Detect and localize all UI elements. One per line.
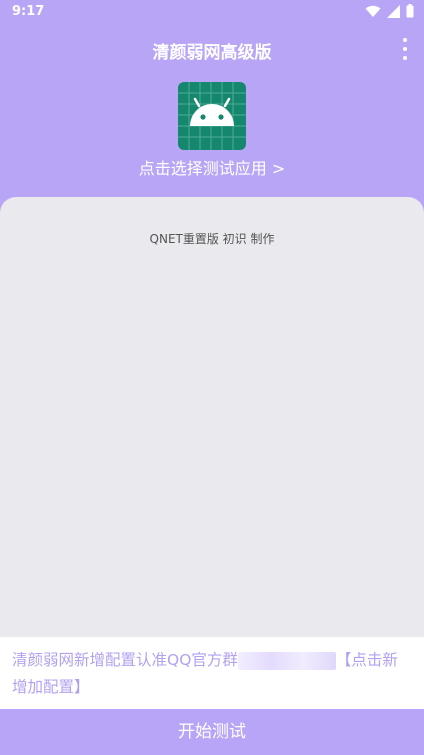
notice-text-before: 清颜弱网新增配置认准QQ官方群 — [12, 651, 238, 669]
status-time: 9:17 — [12, 4, 45, 19]
more-vert-icon[interactable] — [400, 38, 410, 60]
header-area: 9:17 清颜弱网高级版 点击选择测试应用 > — [0, 0, 424, 215]
select-app-link[interactable]: 点击选择测试应用 > — [0, 155, 424, 179]
android-icon[interactable] — [178, 82, 246, 150]
status-icons — [365, 4, 414, 18]
page-title: 清颜弱网高级版 — [152, 43, 272, 63]
notice-banner[interactable]: 清颜弱网新增配置认准QQ官方群 【点击新增加配置】 — [0, 637, 424, 709]
start-test-button[interactable]: 开始测试 — [0, 709, 424, 755]
status-bar: 9:17 — [0, 0, 424, 24]
credit-text: QNET重置版 初识 制作 — [149, 232, 275, 246]
signal-icon — [387, 4, 400, 18]
log-panel: QNET重置版 初识 制作 — [0, 197, 424, 637]
battery-icon — [406, 4, 414, 18]
redacted-group-number — [237, 651, 336, 670]
wifi-icon — [365, 5, 381, 17]
notice-text: 清颜弱网新增配置认准QQ官方群 【点击新增加配置】 — [12, 647, 412, 701]
app-bar: 清颜弱网高级版 — [0, 30, 424, 68]
